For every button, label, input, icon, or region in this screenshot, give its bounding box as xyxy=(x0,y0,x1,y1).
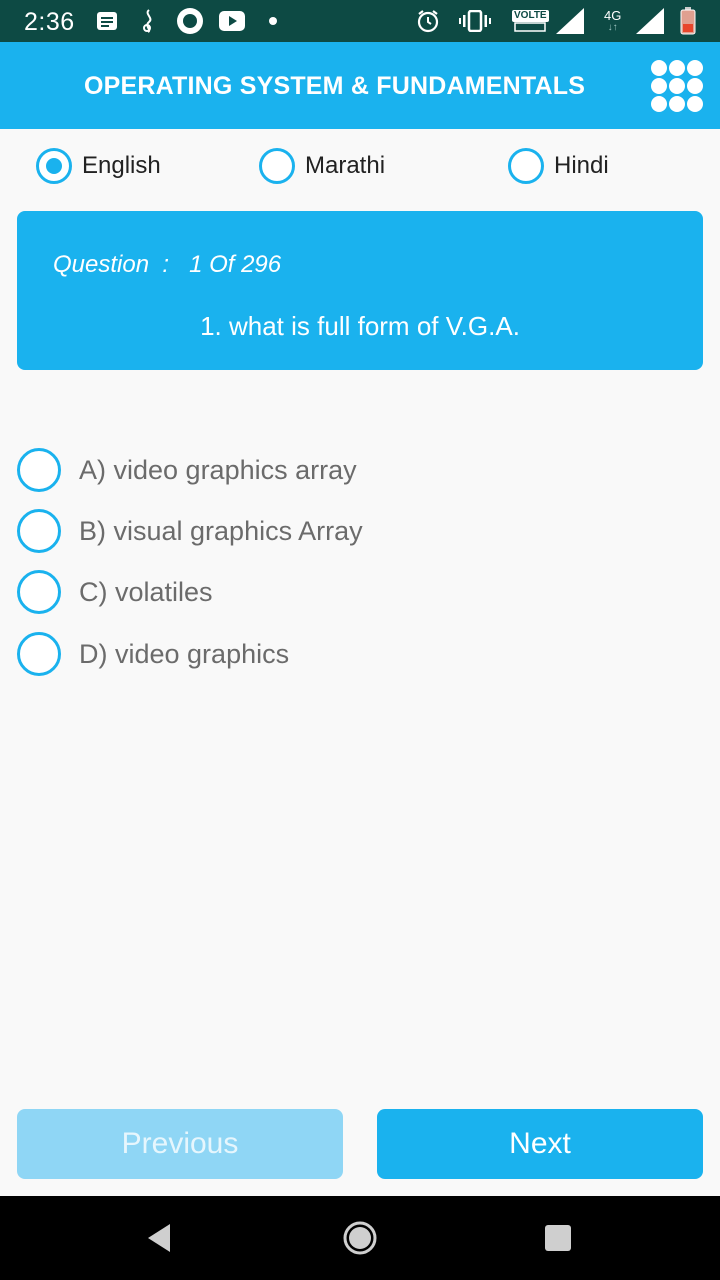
status-bar: 2:36 VOLTE 4G ↓↑ xyxy=(0,0,720,42)
language-label: Hindi xyxy=(554,152,609,179)
music-note-icon xyxy=(140,0,158,42)
answer-option-a[interactable]: A) video graphics array xyxy=(17,448,357,492)
grid-dots-icon[interactable] xyxy=(650,59,704,113)
answer-label: C) volatiles xyxy=(79,576,213,607)
volte-icon: VOLTE xyxy=(512,0,549,42)
language-option-marathi[interactable]: Marathi xyxy=(259,146,385,186)
vibrate-icon xyxy=(459,0,491,42)
network-4g-icon: 4G ↓↑ xyxy=(604,8,622,33)
battery-icon xyxy=(680,0,696,42)
signal-icon xyxy=(556,0,584,42)
answer-option-b[interactable]: B) visual graphics Array xyxy=(17,509,363,553)
question-card: Question : 1 Of 296 1. what is full form… xyxy=(17,211,703,370)
previous-button[interactable]: Previous xyxy=(17,1109,343,1179)
recent-apps-icon[interactable] xyxy=(536,1216,580,1260)
language-option-english[interactable]: English xyxy=(36,146,161,186)
answer-option-c[interactable]: C) volatiles xyxy=(17,570,213,614)
page-title: OPERATING SYSTEM & FUNDAMENTALS xyxy=(84,72,586,100)
language-label: Marathi xyxy=(305,152,386,179)
home-icon[interactable] xyxy=(338,1216,382,1260)
question-text: 1. what is full form of V.G.A. xyxy=(200,311,520,341)
radio-button[interactable] xyxy=(17,509,61,553)
signal-icon-2 xyxy=(636,0,664,42)
navigation-bar xyxy=(0,1196,720,1280)
record-icon xyxy=(176,0,204,42)
radio-button[interactable] xyxy=(17,632,61,676)
language-option-hindi[interactable]: Hindi xyxy=(508,146,609,186)
radio-button-selected[interactable] xyxy=(36,148,72,184)
alarm-icon xyxy=(416,0,440,42)
radio-button[interactable] xyxy=(259,148,295,184)
status-time: 2:36 xyxy=(24,8,75,36)
youtube-icon xyxy=(219,0,245,42)
next-button[interactable]: Next xyxy=(377,1109,703,1179)
app-bar: OPERATING SYSTEM & FUNDAMENTALS xyxy=(0,42,720,129)
answer-label: D) video graphics xyxy=(79,638,290,669)
language-label: English xyxy=(82,152,161,179)
answer-option-d[interactable]: D) video graphics xyxy=(17,632,289,676)
notification-dot-icon xyxy=(269,0,277,42)
message-icon xyxy=(96,0,118,42)
radio-button[interactable] xyxy=(17,448,61,492)
radio-button[interactable] xyxy=(17,570,61,614)
question-counter: Question : 1 Of 296 xyxy=(53,251,282,278)
back-icon[interactable] xyxy=(137,1216,181,1260)
radio-button[interactable] xyxy=(508,148,544,184)
answer-label: A) video graphics array xyxy=(79,454,357,485)
answer-label: B) visual graphics Array xyxy=(79,515,363,546)
